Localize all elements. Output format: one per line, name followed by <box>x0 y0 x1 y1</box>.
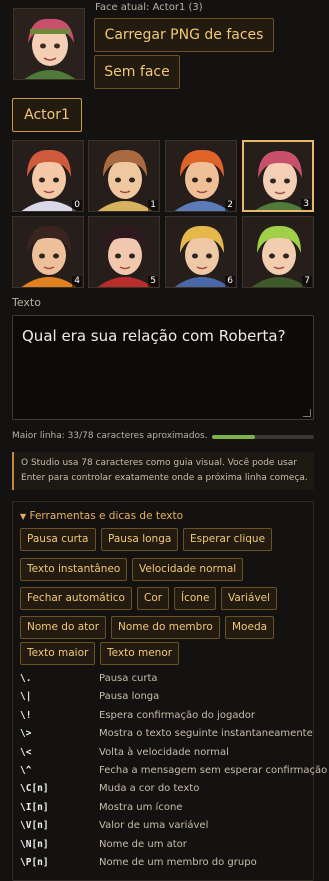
escape-code-description: Mostra o texto seguinte instantaneamente <box>99 728 313 740</box>
tool-button-texto-instantâneo[interactable]: Texto instantâneo <box>20 558 128 581</box>
code-reference-row: \C[n] Muda a cor do texto <box>20 783 310 795</box>
code-reference-row: \< Volta à velocidade normal <box>20 747 310 759</box>
code-reference-row: \I[n] Mostra um ícone <box>20 802 310 814</box>
escape-code: \I[n] <box>20 801 49 813</box>
face-index-label: 0 <box>72 200 82 211</box>
tool-button-pausa-longa[interactable]: Pausa longa <box>101 528 179 551</box>
face-portrait <box>14 9 84 79</box>
escape-code: \^ <box>20 765 32 776</box>
current-face-preview <box>13 8 85 80</box>
message-textarea[interactable]: Qual era sua relação com Roberta? <box>12 315 314 420</box>
escape-code-description: Nome de um membro do grupo <box>99 857 257 868</box>
escape-code: \P[n] <box>20 857 49 868</box>
info-note-text: O Studio usa 78 caracteres como guia vis… <box>21 458 308 483</box>
tools-title: Ferramentas e dicas de texto <box>29 510 184 522</box>
no-face-button[interactable]: Sem face <box>94 55 180 89</box>
tool-button-pausa-curta[interactable]: Pausa curta <box>20 528 96 551</box>
tool-button-moeda[interactable]: Moeda <box>225 616 275 639</box>
tool-button-cor[interactable]: Cor <box>137 587 170 610</box>
current-face-label: Face atual: Actor1 (3) <box>95 2 203 13</box>
code-reference-row: \. Pausa curta <box>20 673 310 685</box>
tool-button-ícone[interactable]: Ícone <box>174 587 217 610</box>
caret-down-icon: ▼ <box>20 512 27 521</box>
code-reference-row: \P[n] Nome de um membro do grupo <box>20 857 310 869</box>
escape-code: \! <box>20 709 32 721</box>
code-reference-row: \V[n] Valor de uma variável <box>20 820 310 832</box>
escape-code: \N[n] <box>20 838 49 850</box>
tool-button-esperar-clique[interactable]: Esperar clique <box>183 528 273 551</box>
face-index-label: 1 <box>148 200 158 211</box>
code-reference-row: \| Pausa longa <box>20 691 310 703</box>
escape-code-description: Espera confirmação do jogador <box>99 709 256 721</box>
face-index-label: 7 <box>302 276 312 287</box>
tool-button-nome-do-membro[interactable]: Nome do membro <box>111 616 220 639</box>
max-line-progress-fill <box>212 435 255 439</box>
face-thumb-5[interactable]: 5 <box>88 216 160 288</box>
tool-button-variável[interactable]: Variável <box>221 587 278 610</box>
escape-code: \V[n] <box>20 820 49 832</box>
face-thumb-6[interactable]: 6 <box>165 216 237 288</box>
face-thumb-1[interactable]: 1 <box>88 140 160 212</box>
face-thumb-7[interactable]: 7 <box>242 216 314 288</box>
face-thumb-2[interactable]: 2 <box>165 140 237 212</box>
face-index-label: 4 <box>72 276 82 287</box>
escape-code-description: Fecha a mensagem sem esperar confirmação <box>99 765 328 776</box>
face-index-label: 6 <box>225 276 235 287</box>
tool-button-velocidade-normal[interactable]: Velocidade normal <box>132 558 244 581</box>
face-index-label: 5 <box>148 276 158 287</box>
face-index-label: 3 <box>301 199 311 210</box>
escape-code-description: Mostra um ícone <box>99 801 183 813</box>
escape-code-description: Nome de um ator <box>99 838 187 850</box>
escape-code: \| <box>20 691 32 703</box>
tool-button-texto-menor[interactable]: Texto menor <box>100 642 180 665</box>
tool-button-texto-maior[interactable]: Texto maior <box>20 642 96 665</box>
escape-code: \. <box>20 673 32 684</box>
face-thumb-4[interactable]: 4 <box>12 216 84 288</box>
tool-button-nome-do-ator[interactable]: Nome do ator <box>20 616 107 639</box>
escape-code-description: Pausa curta <box>99 673 158 684</box>
max-line-progress-track <box>212 435 314 439</box>
face-thumb-3[interactable]: 3 <box>242 140 314 212</box>
code-reference-row: \^ Fecha a mensagem sem esperar confirmaç… <box>20 765 327 777</box>
tools-toggle[interactable]: ▼ Ferramentas e dicas de texto <box>20 510 183 522</box>
escape-code-description: Volta à velocidade normal <box>99 746 229 758</box>
info-note: O Studio usa 78 caracteres como guia vis… <box>12 452 314 490</box>
code-reference-row: \N[n] Nome de um ator <box>20 839 310 851</box>
actor-tab[interactable]: Actor1 <box>12 98 82 132</box>
tool-button-fechar-automático[interactable]: Fechar automático <box>20 587 132 610</box>
code-reference-row: \! Espera confirmação do jogador <box>20 710 310 722</box>
escape-code-description: Muda a cor do texto <box>99 783 200 795</box>
escape-code: \C[n] <box>20 783 49 795</box>
max-line-status: Maior linha: 33/78 caracteres aproximado… <box>12 431 208 441</box>
load-png-faces-button[interactable]: Carregar PNG de faces <box>94 18 274 52</box>
resize-handle-icon[interactable] <box>303 409 311 417</box>
escape-code-description: Pausa longa <box>99 691 160 703</box>
escape-code: \> <box>20 728 32 740</box>
escape-code: \< <box>20 746 32 758</box>
message-text: Qual era sua relação com Roberta? <box>22 327 286 345</box>
face-thumb-0[interactable]: 0 <box>12 140 84 212</box>
face-index-label: 2 <box>225 200 235 211</box>
code-reference-row: \> Mostra o texto seguinte instantaneamen… <box>20 728 313 740</box>
text-label: Texto <box>12 296 41 309</box>
escape-code-description: Valor de uma variável <box>99 820 209 832</box>
